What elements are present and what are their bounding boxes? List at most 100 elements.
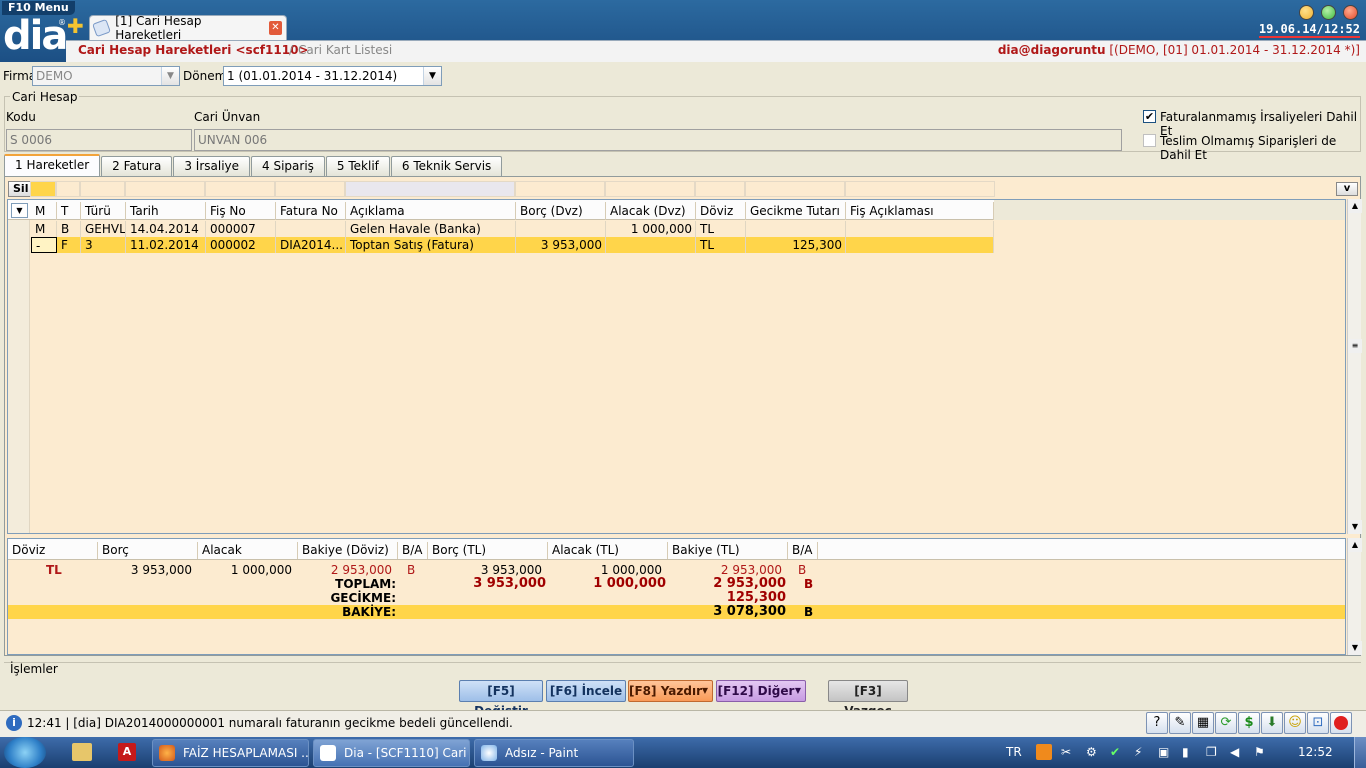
col-header-doviz[interactable]: Döviz: [696, 202, 746, 220]
teslim-olmamis-checkbox[interactable]: [1143, 134, 1156, 147]
scroll-up-icon[interactable]: ▲: [1348, 199, 1362, 213]
yazdir-button[interactable]: [F8] Yazdır ▼: [628, 680, 713, 702]
filter-cell-alacak[interactable]: [605, 181, 695, 197]
chevron-down-icon[interactable]: ▼: [423, 67, 441, 85]
close-tab-icon[interactable]: ✕: [268, 21, 282, 35]
tray-network-icon[interactable]: ⚙: [1086, 745, 1097, 759]
cell-m: M: [31, 221, 57, 237]
table-row-selected[interactable]: - F 3 11.02.2014 000002 DIA2014... Topta…: [31, 237, 994, 253]
filter-cell-m[interactable]: [30, 181, 56, 197]
breadcrumb-separator: /: [289, 43, 294, 57]
taskbar-clock[interactable]: 12:52: [1298, 745, 1333, 759]
col-header-m[interactable]: M: [31, 202, 57, 220]
col-header-fatura-no[interactable]: Fatura No: [276, 202, 346, 220]
column-chooser-icon[interactable]: ▼: [11, 203, 28, 218]
scroll-grip-icon[interactable]: ≡: [1348, 339, 1362, 353]
calculator-icon[interactable]: ▦: [1192, 712, 1214, 734]
close-window-button[interactable]: [1343, 5, 1358, 20]
firma-select[interactable]: DEMO ▼: [32, 66, 180, 86]
new-tab-plus-icon[interactable]: ✚: [67, 14, 84, 38]
windows-start-button[interactable]: [4, 737, 46, 768]
wrench-icon[interactable]: ✎: [1169, 712, 1191, 734]
scroll-down-icon[interactable]: ▼: [1348, 520, 1362, 534]
tray-tools-icon[interactable]: ✂: [1061, 745, 1071, 759]
col-header-turu[interactable]: Türü: [81, 202, 126, 220]
totals-col-bakiye-tl: Bakiye (TL): [668, 542, 788, 559]
lock-icon[interactable]: ⊡: [1307, 712, 1329, 734]
taskbar-item-paint[interactable]: Adsız - Paint: [474, 739, 634, 767]
v-button[interactable]: v: [1336, 182, 1358, 196]
totals-scrollbar[interactable]: ▲ ▼: [1347, 538, 1362, 655]
tray-copy-icon[interactable]: ❐: [1206, 745, 1217, 759]
detail-tabs: 1 Hareketler 2 Fatura 3 İrsaliye 4 Sipar…: [4, 154, 503, 176]
toplam-borc: 3 953,000: [473, 576, 546, 591]
tray-app-icon[interactable]: [1036, 744, 1052, 760]
col-header-alacak-dvz[interactable]: Alacak (Dvz): [606, 202, 696, 220]
faturalanmamis-checkbox[interactable]: ✔: [1143, 110, 1156, 123]
incele-button[interactable]: [F6] İncele: [546, 680, 626, 702]
pdf-reader-icon[interactable]: A: [118, 743, 136, 761]
bakiye-value: 3 078,300: [713, 604, 786, 619]
language-indicator[interactable]: TR: [1006, 745, 1022, 759]
table-row[interactable]: M B GEHVL 14.04.2014 000007 Gelen Havale…: [31, 221, 994, 237]
degistir-button[interactable]: [F5] Değiştir: [459, 680, 543, 718]
col-header-t[interactable]: T: [57, 202, 81, 220]
filter-cell-fatura-no[interactable]: [275, 181, 345, 197]
taskbar-item-label: Dia - [SCF1110] Cari ...: [344, 746, 470, 760]
vazgec-button[interactable]: [F3] Vazgeç: [828, 680, 908, 718]
refresh-icon[interactable]: ⟳: [1215, 712, 1237, 734]
download-icon[interactable]: ⬇: [1261, 712, 1283, 734]
tab-irsaliye[interactable]: 3 İrsaliye: [173, 156, 251, 176]
filter-cell-doviz[interactable]: [695, 181, 745, 197]
taskbar-item-faiz[interactable]: FAİZ HESAPLAMASI ...: [152, 739, 309, 767]
col-header-gecikme[interactable]: Gecikme Tutarı: [746, 202, 846, 220]
show-desktop-button[interactable]: [1354, 737, 1366, 768]
scroll-down-icon[interactable]: ▼: [1348, 641, 1362, 655]
diger-button[interactable]: [F12] Diğer ▼: [716, 680, 806, 702]
col-header-aciklama[interactable]: Açıklama: [346, 202, 516, 220]
tab-siparis[interactable]: 4 Sipariş: [251, 156, 325, 176]
filter-cell-borc[interactable]: [515, 181, 605, 197]
cell-m[interactable]: -: [31, 237, 57, 253]
col-header-fis-aciklama[interactable]: Fiş Açıklaması: [846, 202, 994, 220]
tab-fatura[interactable]: 2 Fatura: [101, 156, 173, 176]
donem-select[interactable]: 1 (01.01.2014 - 31.12.2014) ▼: [223, 66, 442, 86]
scroll-up-icon[interactable]: ▲: [1348, 538, 1362, 552]
explorer-icon[interactable]: [72, 743, 92, 761]
tray-volume-icon[interactable]: ◀: [1230, 745, 1239, 759]
tab-hareketler[interactable]: 1 Hareketler: [4, 154, 101, 176]
filter-cell-fis-no[interactable]: [205, 181, 275, 197]
maximize-window-button[interactable]: [1321, 5, 1336, 20]
chevron-down-icon[interactable]: ▼: [161, 67, 179, 85]
cell-tarih: 14.04.2014: [126, 221, 206, 237]
filter-cell-tarih[interactable]: [125, 181, 205, 197]
filter-cell-aciklama[interactable]: [345, 181, 515, 197]
filter-cell-fis-aciklama[interactable]: [845, 181, 995, 197]
col-header-borc-dvz[interactable]: Borç (Dvz): [516, 202, 606, 220]
tray-check-icon[interactable]: ✔: [1110, 745, 1120, 759]
grid-scrollbar[interactable]: ▲ ≡ ▼: [1347, 199, 1362, 534]
document-tab[interactable]: [1] Cari Hesap Hareketleri ✕: [89, 14, 287, 42]
row-indicator-column: [8, 220, 30, 533]
tray-flag-icon[interactable]: ⚑: [1254, 745, 1265, 759]
filter-cell-gecikme[interactable]: [745, 181, 845, 197]
totals-col-alacak-tl: Alacak (TL): [548, 542, 668, 559]
tab-teklif[interactable]: 5 Teklif: [325, 156, 390, 176]
help-icon[interactable]: ?: [1146, 712, 1168, 734]
tab-teknik-servis[interactable]: 6 Teknik Servis: [390, 156, 503, 176]
header-clock: 19.06.14/12:52: [1258, 22, 1360, 38]
cell-t: F: [57, 237, 81, 253]
breadcrumb-link-cari-kart-listesi[interactable]: Cari Kart Listesi: [298, 43, 392, 57]
tray-usb-icon[interactable]: ⚡: [1134, 745, 1142, 759]
smiley-icon[interactable]: ☺: [1284, 712, 1306, 734]
col-header-tarih[interactable]: Tarih: [126, 202, 206, 220]
power-off-icon[interactable]: [1330, 712, 1352, 734]
tray-signal-icon[interactable]: ▮: [1182, 745, 1189, 759]
taskbar-item-dia[interactable]: Dia - [SCF1110] Cari ...: [313, 739, 470, 767]
filter-cell-t[interactable]: [56, 181, 80, 197]
dollar-icon[interactable]: $: [1238, 712, 1260, 734]
tray-monitor-icon[interactable]: ▣: [1158, 745, 1169, 759]
minimize-window-button[interactable]: [1299, 5, 1314, 20]
col-header-fis-no[interactable]: Fiş No: [206, 202, 276, 220]
filter-cell-turu[interactable]: [80, 181, 125, 197]
